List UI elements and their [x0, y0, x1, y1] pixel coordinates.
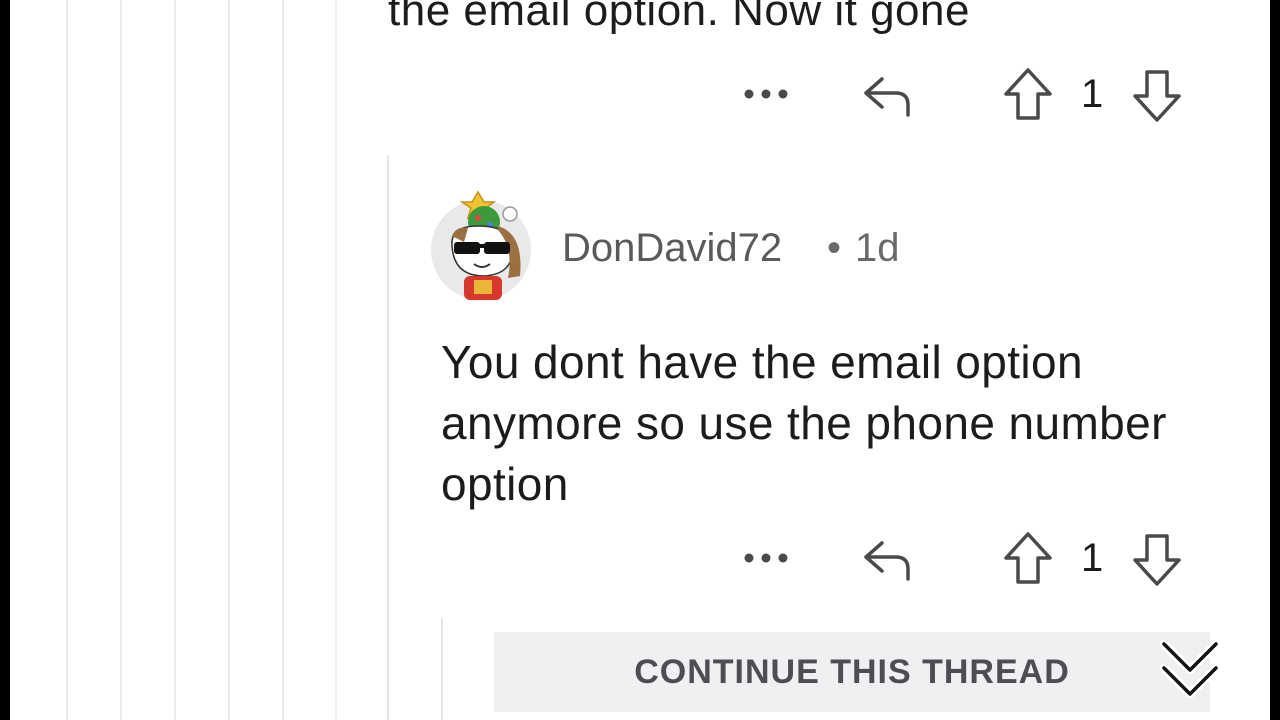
more-options-button[interactable]	[741, 76, 791, 112]
reply-icon	[864, 77, 910, 117]
username-link[interactable]: DonDavid72	[562, 226, 782, 271]
scroll-down-icon	[1159, 639, 1221, 699]
parent-comment-actions: 1	[10, 64, 1270, 124]
comment-thread-screen: the email option. Now it gone 1 DonDavid…	[10, 0, 1270, 720]
parent-comment-text: the email option. Now it gone	[388, 0, 970, 35]
vote-count: 1	[1081, 72, 1104, 116]
reply-icon	[864, 541, 910, 581]
avatar[interactable]	[428, 178, 534, 300]
upvote-icon	[1004, 68, 1052, 120]
upvote-button[interactable]	[1002, 530, 1054, 586]
more-options-icon	[744, 89, 788, 99]
downvote-icon	[1133, 70, 1181, 122]
comment-timestamp: 1d	[855, 226, 900, 270]
scroll-down-button[interactable]	[1146, 632, 1234, 712]
user-avatar-icon	[431, 190, 531, 300]
comment-body: You dont have the email option anymore s…	[441, 336, 1167, 510]
more-options-button[interactable]	[741, 540, 791, 576]
vote-count: 1	[1081, 536, 1104, 580]
upvote-icon	[1004, 532, 1052, 584]
reply-comment-actions: 1	[10, 528, 1270, 588]
downvote-button[interactable]	[1131, 532, 1183, 588]
meta-separator: •	[827, 226, 842, 270]
upvote-button[interactable]	[1002, 66, 1054, 122]
downvote-button[interactable]	[1131, 68, 1183, 124]
thread-indent-line[interactable]	[441, 618, 443, 720]
more-options-icon	[744, 553, 788, 563]
downvote-icon	[1133, 534, 1181, 586]
reply-button[interactable]	[859, 70, 915, 120]
continue-thread-button[interactable]: CONTINUE THIS THREAD	[494, 632, 1210, 712]
reply-button[interactable]	[859, 534, 915, 584]
thread-indent-line[interactable]	[387, 155, 389, 720]
